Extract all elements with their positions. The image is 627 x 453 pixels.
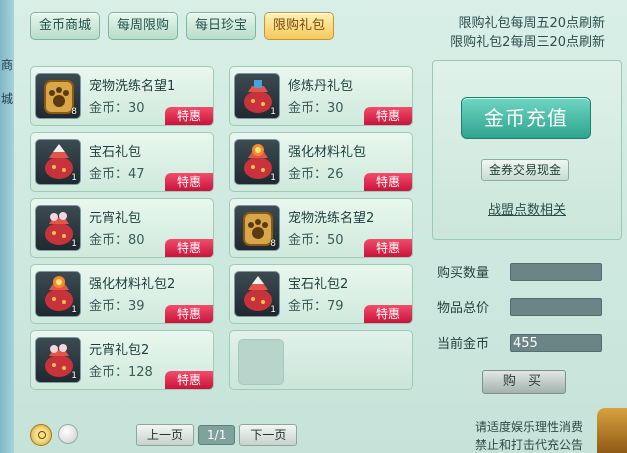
item-name: 强化材料礼包 [288, 145, 367, 160]
tab-limited-packs[interactable]: 限购礼包 [264, 12, 335, 40]
refresh-notice: 限购礼包每周五20点刷新 限购礼包2每周三20点刷新 [450, 14, 605, 52]
item-card[interactable]: 1 强化材料礼包 金币：26 特惠 [229, 132, 413, 192]
item-card[interactable]: 1 修炼丹礼包 金币：30 特惠 [229, 66, 413, 126]
pagination: 上一页 1/1 下一页 [136, 424, 298, 446]
discount-badge: 特惠 [165, 305, 213, 323]
gift-bag-icon: 1 [35, 139, 81, 185]
notice-line: 限购礼包2每周三20点刷新 [450, 35, 605, 50]
item-card[interactable]: 1 强化材料礼包2 金币：39 特惠 [30, 264, 214, 324]
discount-badge: 特惠 [364, 173, 412, 191]
gift-bag-icon: 1 [234, 139, 280, 185]
item-price: 金币：30 [89, 101, 145, 116]
current-gold-field [510, 334, 602, 352]
tab-gold-shop[interactable]: 金币商城 [30, 12, 101, 40]
item-count: 1 [71, 305, 77, 315]
total-price-field [510, 298, 602, 316]
item-price: 金币：39 [89, 299, 145, 314]
item-price: 金币：47 [89, 167, 145, 182]
gift-bag-icon: 1 [35, 205, 81, 251]
tab-daily-treasure[interactable]: 每日珍宝 [186, 12, 257, 40]
item-name: 宠物洗练名望2 [288, 211, 375, 226]
item-price: 金币：30 [288, 101, 344, 116]
treasure-chest-icon[interactable] [597, 408, 627, 453]
left-strip-char: 商 [0, 58, 13, 72]
gift-bag-icon: 1 [234, 271, 280, 317]
item-name: 修炼丹礼包 [288, 79, 354, 94]
gift-bag-icon: 1 [35, 271, 81, 317]
item-count: 1 [270, 173, 276, 183]
left-side-strip[interactable]: 商 城 [0, 0, 14, 453]
item-card[interactable]: 1 宝石礼包 金币：47 特惠 [30, 132, 214, 192]
footer-line: 请适度娱乐理性消费 [474, 420, 583, 434]
item-price: 金币：26 [288, 167, 344, 182]
item-name: 元宵礼包2 [89, 343, 150, 358]
left-strip-char: 城 [0, 92, 13, 106]
item-count: 1 [270, 305, 276, 315]
footer-line[interactable]: 禁止和打击代充公告 [475, 436, 583, 453]
magnifier-coin-icon[interactable] [30, 424, 52, 446]
notice-line: 限购礼包每周五20点刷新 [458, 16, 605, 31]
gold-recharge-button[interactable]: 金币充值 [461, 97, 591, 139]
item-name: 宝石礼包 [89, 145, 142, 160]
item-card[interactable]: 1 元宵礼包 金币：80 特惠 [30, 198, 214, 258]
shop-tabs: 金币商城 每周限购 每日珍宝 限购礼包 [30, 12, 335, 40]
alliance-points-link[interactable]: 战盟点数相关 [433, 199, 621, 218]
discount-badge: 特惠 [364, 239, 412, 257]
tab-weekly-limited[interactable]: 每周限购 [108, 12, 179, 40]
item-count: 1 [270, 107, 276, 117]
item-card[interactable]: 8 宠物洗练名望2 金币：50 特惠 [229, 198, 413, 258]
item-count: 8 [270, 239, 276, 249]
total-price-label: 物品总价 [437, 301, 490, 316]
voucher-trade-button[interactable]: 金券交易现金 [481, 159, 569, 181]
round-toggle-button[interactable] [58, 424, 78, 444]
item-name: 元宵礼包 [89, 211, 142, 226]
paw-badge-icon: 8 [234, 205, 280, 251]
next-page-button[interactable]: 下一页 [239, 424, 298, 446]
item-price: 金币：79 [288, 299, 344, 314]
gift-bag-icon: 1 [234, 73, 280, 119]
shop-panel: 金币商城 每周限购 每日珍宝 限购礼包 限购礼包每周五20点刷新 限购礼包2每周… [14, 0, 627, 453]
discount-badge: 特惠 [165, 371, 213, 389]
discount-badge: 特惠 [165, 173, 213, 191]
empty-item-slot [229, 330, 413, 390]
item-count: 1 [71, 173, 77, 183]
item-price: 金币：80 [89, 233, 145, 248]
item-price: 金币：50 [288, 233, 344, 248]
buy-button[interactable]: 购 买 [482, 370, 566, 394]
item-name: 强化材料礼包2 [89, 277, 176, 292]
prev-page-button[interactable]: 上一页 [136, 424, 195, 446]
recharge-box: 金币充值 金券交易现金 战盟点数相关 [432, 60, 622, 240]
item-name: 宠物洗练名望1 [89, 79, 176, 94]
current-gold-label: 当前金币 [437, 337, 490, 352]
quantity-label: 购买数量 [437, 266, 490, 281]
discount-badge: 特惠 [364, 107, 412, 125]
item-price: 金币：128 [89, 365, 153, 380]
item-count: 8 [71, 107, 77, 117]
quantity-field[interactable] [510, 263, 602, 281]
item-count: 1 [71, 239, 77, 249]
item-card[interactable]: 1 元宵礼包2 金币：128 特惠 [30, 330, 214, 390]
item-card[interactable]: 8 宠物洗练名望1 金币：30 特惠 [30, 66, 214, 126]
item-count: 1 [71, 371, 77, 381]
discount-badge: 特惠 [364, 305, 412, 323]
page-indicator: 1/1 [198, 425, 236, 445]
empty-slot-frame [238, 339, 284, 385]
footer-notice: 请适度娱乐理性消费 禁止和打击代充公告 [475, 418, 583, 453]
paw-badge-icon: 8 [35, 73, 81, 119]
item-name: 宝石礼包2 [288, 277, 349, 292]
gift-bag-icon: 1 [35, 337, 81, 383]
item-card[interactable]: 1 宝石礼包2 金币：79 特惠 [229, 264, 413, 324]
discount-badge: 特惠 [165, 239, 213, 257]
discount-badge: 特惠 [165, 107, 213, 125]
